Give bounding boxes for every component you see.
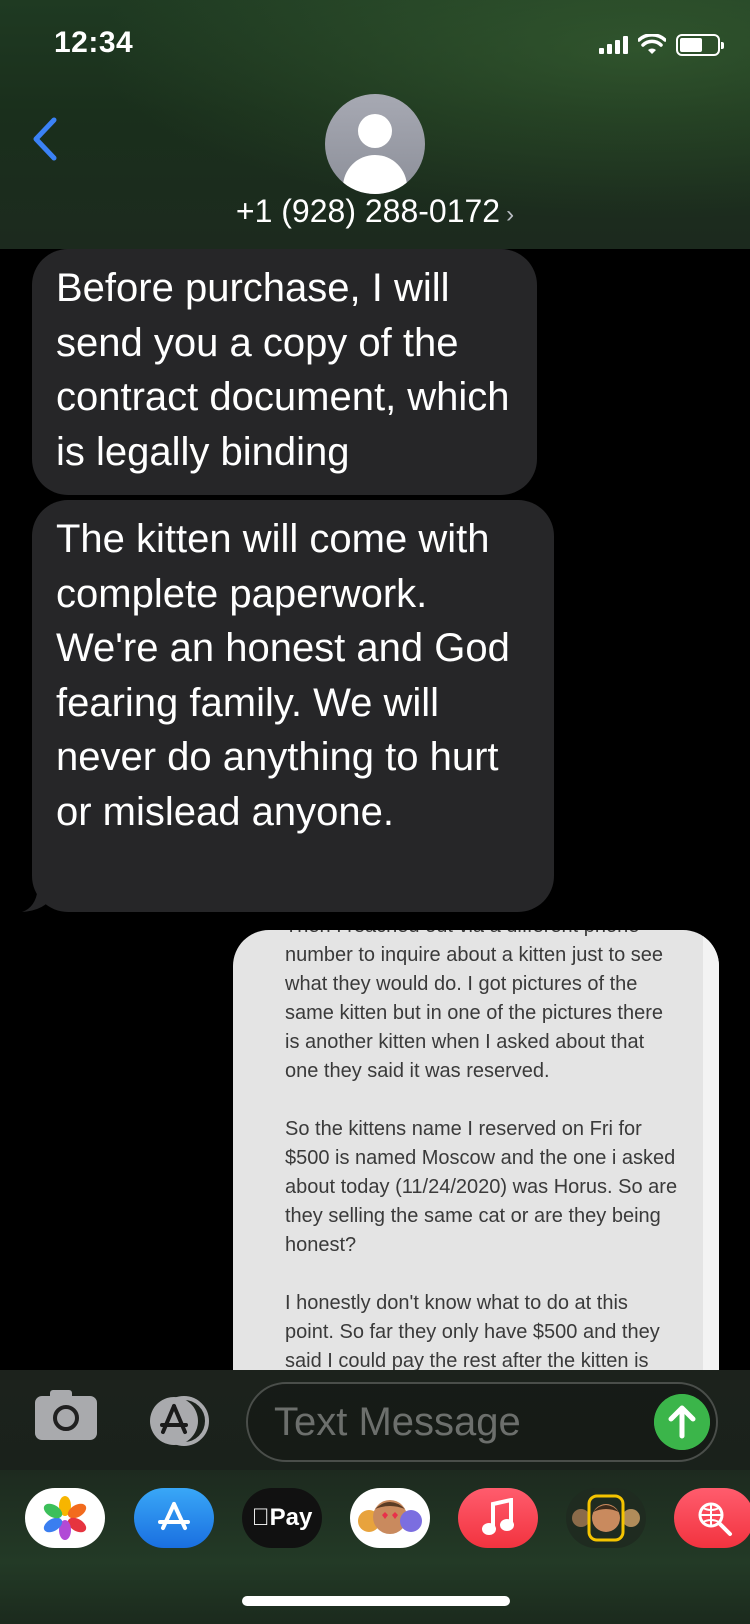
contact-name-button[interactable]: +1 (928) 288-0172 ›: [0, 193, 750, 230]
screenshot-paragraph: So the kittens name I reserved on Fri fo…: [285, 1118, 678, 1256]
apple-pay-text: Pay: [260, 1504, 313, 1531]
home-indicator[interactable]: [242, 1596, 510, 1606]
app-store-button-icon[interactable]: [140, 1396, 212, 1446]
contact-number: +1 (928) 288-0172: [235, 193, 501, 229]
app-store-icon[interactable]: [134, 1488, 214, 1548]
camera-icon[interactable]: [35, 1390, 97, 1440]
photos-icon[interactable]: [25, 1488, 105, 1548]
memoji-icon[interactable]: [566, 1488, 646, 1548]
cellular-signal-icon: [599, 36, 628, 54]
animoji-icon[interactable]: [350, 1488, 430, 1548]
message-composer: Text Message: [0, 1370, 750, 1470]
globe-search-icon[interactable]: [674, 1488, 750, 1548]
back-chevron-icon[interactable]: [30, 116, 60, 162]
status-icons: [599, 34, 724, 56]
screenshot-text: Then I reached out via a different phone…: [285, 930, 680, 1370]
contact-avatar[interactable]: [325, 94, 425, 194]
apple-pay-icon[interactable]: Pay: [242, 1488, 322, 1548]
message-input-placeholder: Text Message: [274, 1400, 521, 1444]
incoming-message[interactable]: The kitten will come with complete paper…: [32, 500, 554, 912]
apple-pay-label: : [252, 1504, 270, 1532]
status-time: 12:34: [54, 26, 134, 59]
music-icon[interactable]: [458, 1488, 538, 1548]
send-arrow-icon[interactable]: [654, 1394, 710, 1450]
bubble-tail: [22, 876, 52, 912]
screenshot-paragraph: I honestly don't know what to do at this…: [285, 1292, 660, 1370]
screenshot-paragraph: Then I reached out via a different phone…: [285, 930, 664, 1082]
chevron-right-icon: ›: [506, 201, 515, 228]
outgoing-image-message[interactable]: Then I reached out via a different phone…: [233, 930, 719, 1370]
incoming-message[interactable]: Before purchase, I will send you a copy …: [32, 249, 537, 495]
message-input[interactable]: Text Message: [246, 1382, 718, 1462]
battery-icon: [676, 34, 724, 56]
wifi-icon: [638, 34, 666, 54]
